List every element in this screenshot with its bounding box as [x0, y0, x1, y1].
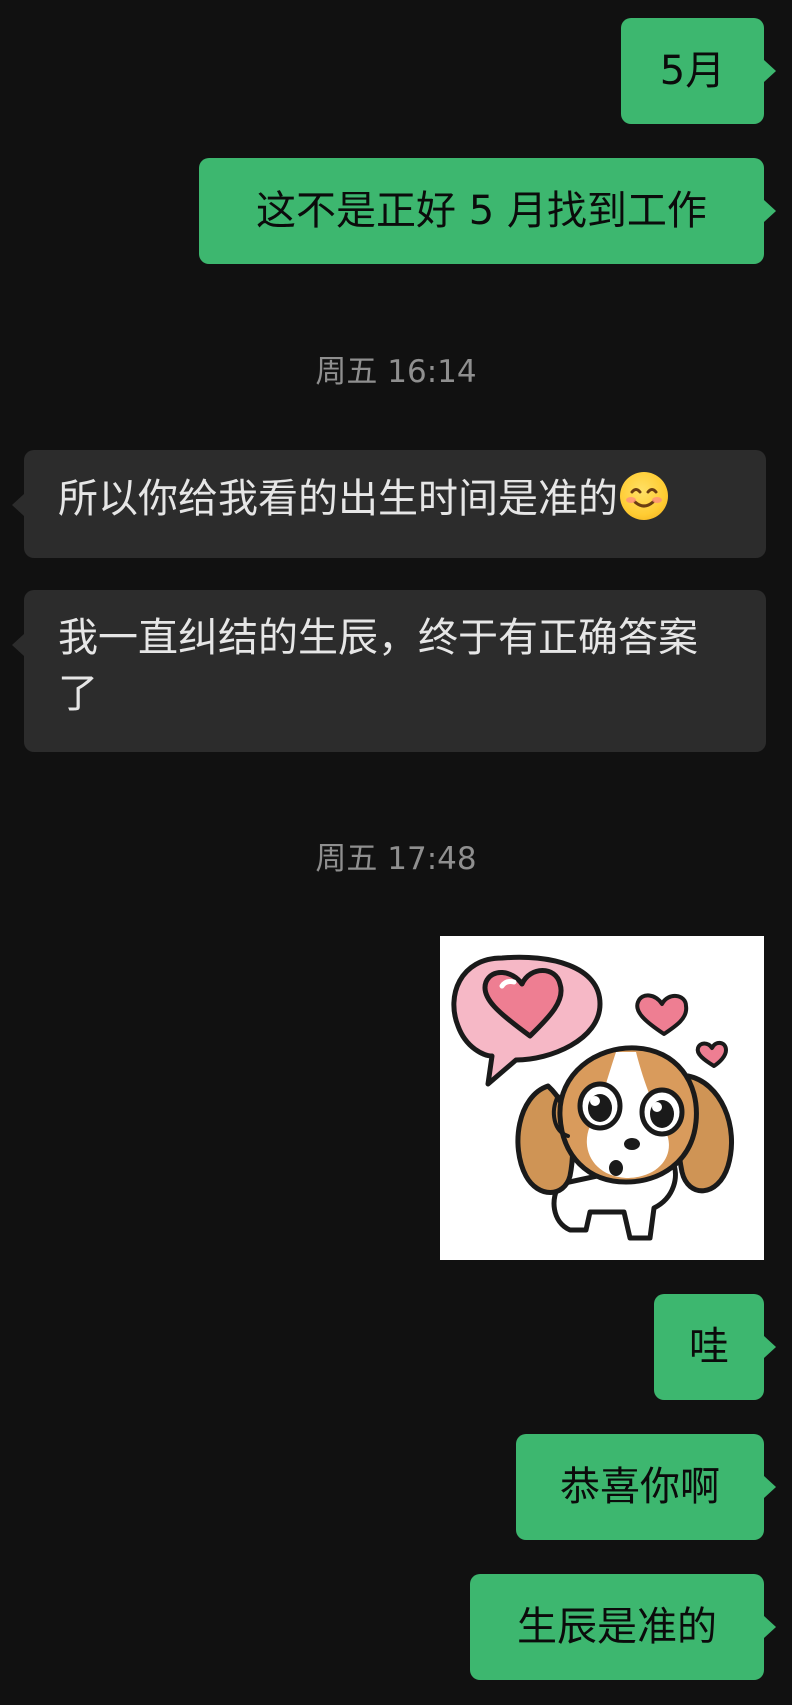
message-bubble-outgoing[interactable]: 这不是正好 5 月找到工作	[199, 158, 776, 264]
message-text: 5月	[659, 48, 726, 94]
puppy-sticker-icon	[451, 954, 734, 1241]
message-text: 所以你给我看的出生时间是准的	[58, 476, 618, 522]
puppy-with-hearts-sticker[interactable]	[440, 936, 764, 1260]
message-bubble-incoming[interactable]: 所以你给我看的出生时间是准的	[12, 450, 766, 558]
message-bubble-outgoing[interactable]: 哇	[654, 1294, 776, 1400]
message-text: 恭喜你啊	[560, 1464, 720, 1510]
message-text: 生辰是准的	[517, 1604, 717, 1650]
message-text: 哇	[689, 1324, 729, 1370]
message-timestamp: 周五 17:48	[315, 841, 477, 877]
smiling-face-emoji-icon	[620, 472, 668, 520]
message-timestamp: 周五 16:14	[315, 354, 477, 390]
chat-screen: 5月 这不是正好 5 月找到工作 周五 16:14 所以你给我看的出生时间是准的…	[0, 0, 792, 1705]
message-bubble-incoming[interactable]: 我一直纠结的生辰，终于有正确答案了	[12, 590, 766, 752]
message-bubble-outgoing[interactable]: 生辰是准的	[470, 1574, 776, 1680]
message-text: 这不是正好 5 月找到工作	[256, 188, 707, 234]
message-text: 我一直纠结的生辰，终于有正确答案了	[58, 615, 698, 717]
message-bubble-outgoing[interactable]: 恭喜你啊	[516, 1434, 776, 1540]
message-bubble-outgoing[interactable]: 5月	[621, 18, 776, 124]
